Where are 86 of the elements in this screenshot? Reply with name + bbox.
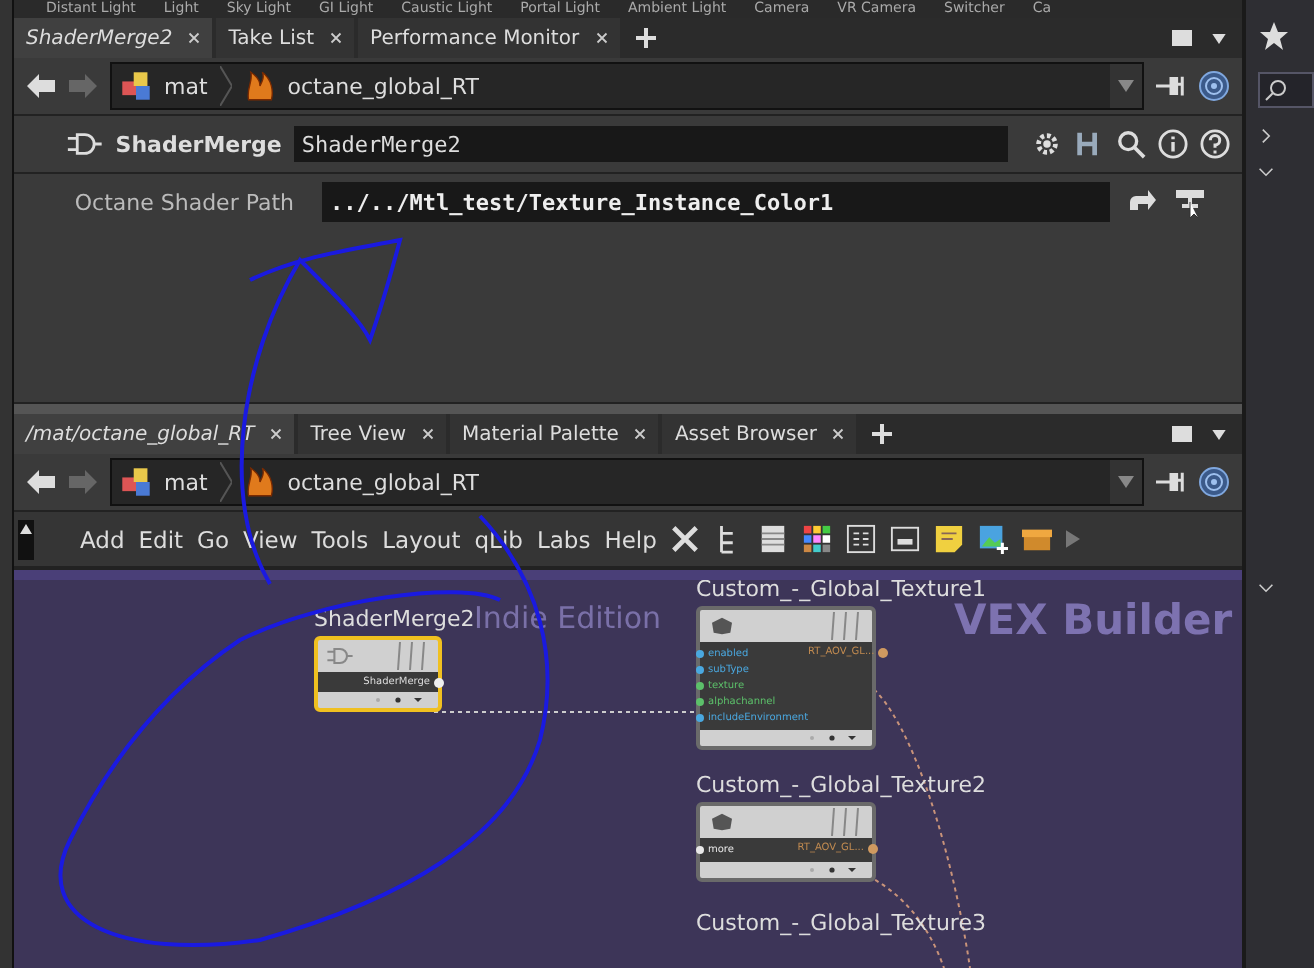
texture-node-icon <box>708 616 736 636</box>
menu-item[interactable]: Go <box>197 525 229 553</box>
node-name: Custom_-_Global_Texture1 <box>696 580 986 602</box>
path-segment[interactable]: octane_global_RT <box>287 469 479 495</box>
close-icon[interactable] <box>634 428 647 440</box>
target-icon[interactable] <box>1198 70 1230 102</box>
path-bar[interactable]: mat octane_global_RT <box>110 62 1144 110</box>
path-dropdown[interactable] <box>1110 64 1142 108</box>
dropdown-icon[interactable] <box>1212 429 1226 439</box>
dropdown-icon[interactable] <box>1212 33 1226 43</box>
pane-tab[interactable]: Performance Monitor <box>358 18 620 58</box>
box-icon[interactable] <box>1022 524 1053 554</box>
menu-item[interactable]: Help <box>604 525 657 553</box>
scroll-right-icon[interactable] <box>1066 530 1081 548</box>
menu-item[interactable]: Tools <box>311 525 369 553</box>
target-icon[interactable] <box>1198 466 1230 498</box>
caret-icon <box>1118 80 1134 92</box>
input-port[interactable] <box>696 698 704 706</box>
chevron-icon <box>219 462 232 502</box>
add-tab-icon[interactable] <box>635 28 656 48</box>
path-segment[interactable]: octane_global_RT <box>287 73 479 99</box>
list-icon[interactable] <box>758 524 789 554</box>
caret-icon <box>1118 476 1134 488</box>
scroll-up-icon[interactable] <box>18 519 34 559</box>
menu-item[interactable]: Layout <box>382 525 461 553</box>
close-icon[interactable] <box>330 32 343 44</box>
pane-tab[interactable]: Take List <box>216 18 355 58</box>
cubes-icon <box>120 466 152 498</box>
gear-icon[interactable] <box>1031 128 1062 160</box>
input-port[interactable] <box>696 666 704 674</box>
node-chooser-icon[interactable] <box>1174 186 1206 218</box>
close-icon[interactable] <box>832 428 845 440</box>
path-bar[interactable]: mat octane_global_RT <box>110 458 1144 506</box>
node-name: Custom_-_Global_Texture2 <box>696 772 986 798</box>
input-port[interactable] <box>696 714 704 722</box>
menu-item[interactable]: Edit <box>138 525 184 553</box>
context-label: VEX Builder <box>954 596 1233 644</box>
node-name: ShaderMerge2 <box>314 606 475 632</box>
window-icon[interactable] <box>890 524 921 554</box>
pin-icon[interactable] <box>1156 74 1186 98</box>
back-arrow-icon[interactable] <box>26 470 56 494</box>
output-port[interactable] <box>868 844 878 854</box>
color-grid-icon[interactable] <box>802 524 833 554</box>
menu-item[interactable]: Add <box>80 525 125 553</box>
close-icon[interactable] <box>270 428 283 440</box>
star-icon[interactable] <box>1258 20 1290 52</box>
flame-icon <box>243 466 276 498</box>
node-type-label: ShaderMerge <box>115 131 282 157</box>
back-arrow-icon[interactable] <box>26 74 56 98</box>
merge-node-icon <box>326 646 354 666</box>
output-port[interactable] <box>878 648 889 658</box>
search-icon <box>1264 78 1288 102</box>
output-port[interactable] <box>434 678 444 688</box>
path-segment[interactable]: mat <box>164 73 208 99</box>
pane-tab[interactable]: Asset Browser <box>662 414 857 454</box>
add-image-icon[interactable] <box>978 524 1009 554</box>
sticky-note-icon[interactable] <box>934 524 965 554</box>
path-dropdown[interactable] <box>1110 460 1142 504</box>
pane-tab[interactable]: Material Palette <box>450 414 659 454</box>
shader-path-field[interactable]: ../../Mtl_test/Texture_Instance_Color1 <box>322 182 1110 222</box>
close-icon[interactable] <box>188 32 201 44</box>
grid-view-icon[interactable] <box>846 524 877 554</box>
parameter-label: Octane Shader Path <box>72 189 294 215</box>
search-icon[interactable] <box>1115 128 1146 160</box>
info-icon[interactable] <box>1157 128 1188 160</box>
tools-icon[interactable] <box>670 524 701 554</box>
cubes-icon <box>120 70 152 102</box>
close-icon[interactable] <box>422 428 434 440</box>
pane-tab[interactable]: Tree View <box>298 414 446 454</box>
pin-icon[interactable] <box>1156 470 1186 494</box>
input-port[interactable] <box>696 846 704 854</box>
chevron-icon <box>219 66 232 106</box>
search-field[interactable] <box>1258 72 1314 108</box>
help-icon[interactable] <box>1200 128 1231 160</box>
close-icon[interactable] <box>595 32 608 44</box>
node-name-field[interactable]: ShaderMerge2 <box>293 126 1008 162</box>
path-segment[interactable]: mat <box>164 469 208 495</box>
flame-icon <box>243 70 276 102</box>
input-port[interactable] <box>696 682 704 690</box>
merge-node-icon[interactable] <box>66 130 104 158</box>
input-port[interactable] <box>696 650 704 658</box>
pane-tab[interactable]: ShaderMerge2 <box>14 18 213 58</box>
menu-item[interactable]: Labs <box>536 525 591 553</box>
add-tab-icon[interactable] <box>872 424 893 444</box>
texture-node-icon <box>708 812 736 832</box>
network-editor[interactable] <box>14 570 1242 968</box>
